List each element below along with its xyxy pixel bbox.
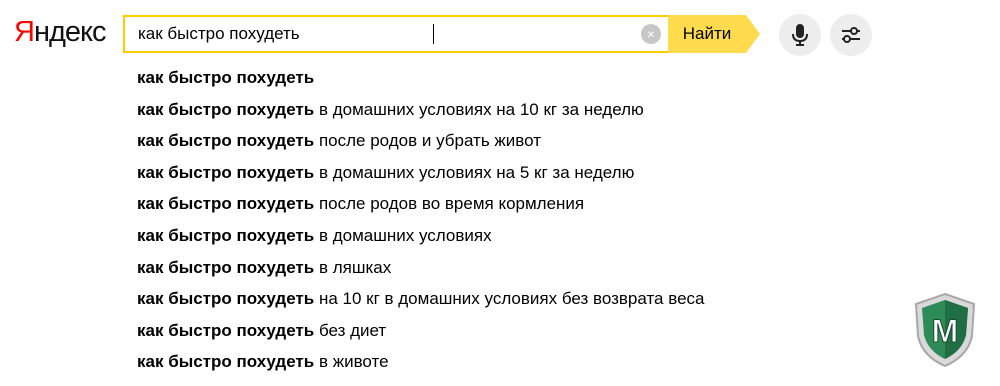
suggestion-query: как быстро похудеть [137, 68, 315, 87]
suggestion-item[interactable]: как быстро похудеть без диет [137, 318, 704, 350]
suggestion-item[interactable]: как быстро похудеть в домашних условиях … [137, 97, 704, 129]
logo-first-letter: Я [14, 16, 35, 48]
suggestion-tail: на 10 кг в домашних условиях без возврат… [314, 289, 705, 309]
suggestion-tail: после родов во время кормления [314, 194, 585, 214]
suggestion-item[interactable]: как быстро похудеть в ляшках [137, 255, 704, 287]
suggestion-item[interactable]: как быстро похудеть в домашних условиях [137, 223, 704, 255]
suggestion-item[interactable]: как быстро похудеть после родов и убрать… [137, 128, 704, 160]
microphone-icon [792, 24, 808, 46]
suggestion-query: как быстро похудеть [137, 162, 315, 182]
suggestion-query: как быстро похудеть [137, 352, 315, 372]
sliders-icon [842, 27, 860, 43]
suggestion-query: как быстро похудеть [137, 289, 315, 309]
suggestion-item[interactable]: как быстро похудеть на 10 кг в домашних … [137, 286, 704, 318]
suggestion-item[interactable]: как быстро похудеть [137, 65, 704, 97]
suggestion-query: как быстро похудеть [137, 194, 315, 214]
suggestion-tail: в ляшках [314, 257, 392, 277]
search-input[interactable] [125, 17, 625, 51]
voice-search-button[interactable] [779, 14, 821, 56]
search-button-arrow[interactable] [746, 15, 760, 53]
yandex-logo[interactable]: Яндекс [14, 16, 107, 49]
suggestion-tail: без диет [314, 320, 387, 340]
search-settings-button[interactable] [830, 14, 872, 56]
suggestion-query: как быстро похудеть [137, 131, 315, 151]
suggestion-tail: после родов и убрать живот [314, 131, 541, 151]
suggestion-tail: в домашних условиях на 5 кг за неделю [314, 162, 635, 182]
suggestion-item[interactable]: как быстро похудеть после родов во время… [137, 191, 704, 223]
logo-rest: ндекс [33, 16, 107, 48]
suggestion-item[interactable]: как быстро похудеть в домашних условиях … [137, 160, 704, 192]
suggestion-query: как быстро похудеть [137, 225, 315, 245]
suggestion-query: как быстро похудеть [137, 320, 315, 340]
suggestion-tail: в домашних условиях на 10 кг за неделю [314, 99, 644, 119]
suggestion-tail: в домашних условиях [314, 225, 492, 245]
search-button[interactable]: Найти [668, 15, 746, 53]
suggestion-query: как быстро похудеть [137, 99, 315, 119]
suggestion-tail: в животе [314, 352, 389, 372]
shield-watermark-icon: M [914, 292, 976, 368]
search-box: × [123, 15, 668, 53]
suggestion-query: как быстро похудеть [137, 257, 315, 277]
text-caret [433, 24, 434, 44]
clear-x-icon[interactable]: × [641, 24, 661, 44]
suggestion-list: как быстро похудеть как быстро похудеть … [137, 65, 704, 381]
suggestion-item[interactable]: как быстро похудеть в животе [137, 349, 704, 381]
svg-text:M: M [932, 313, 959, 349]
